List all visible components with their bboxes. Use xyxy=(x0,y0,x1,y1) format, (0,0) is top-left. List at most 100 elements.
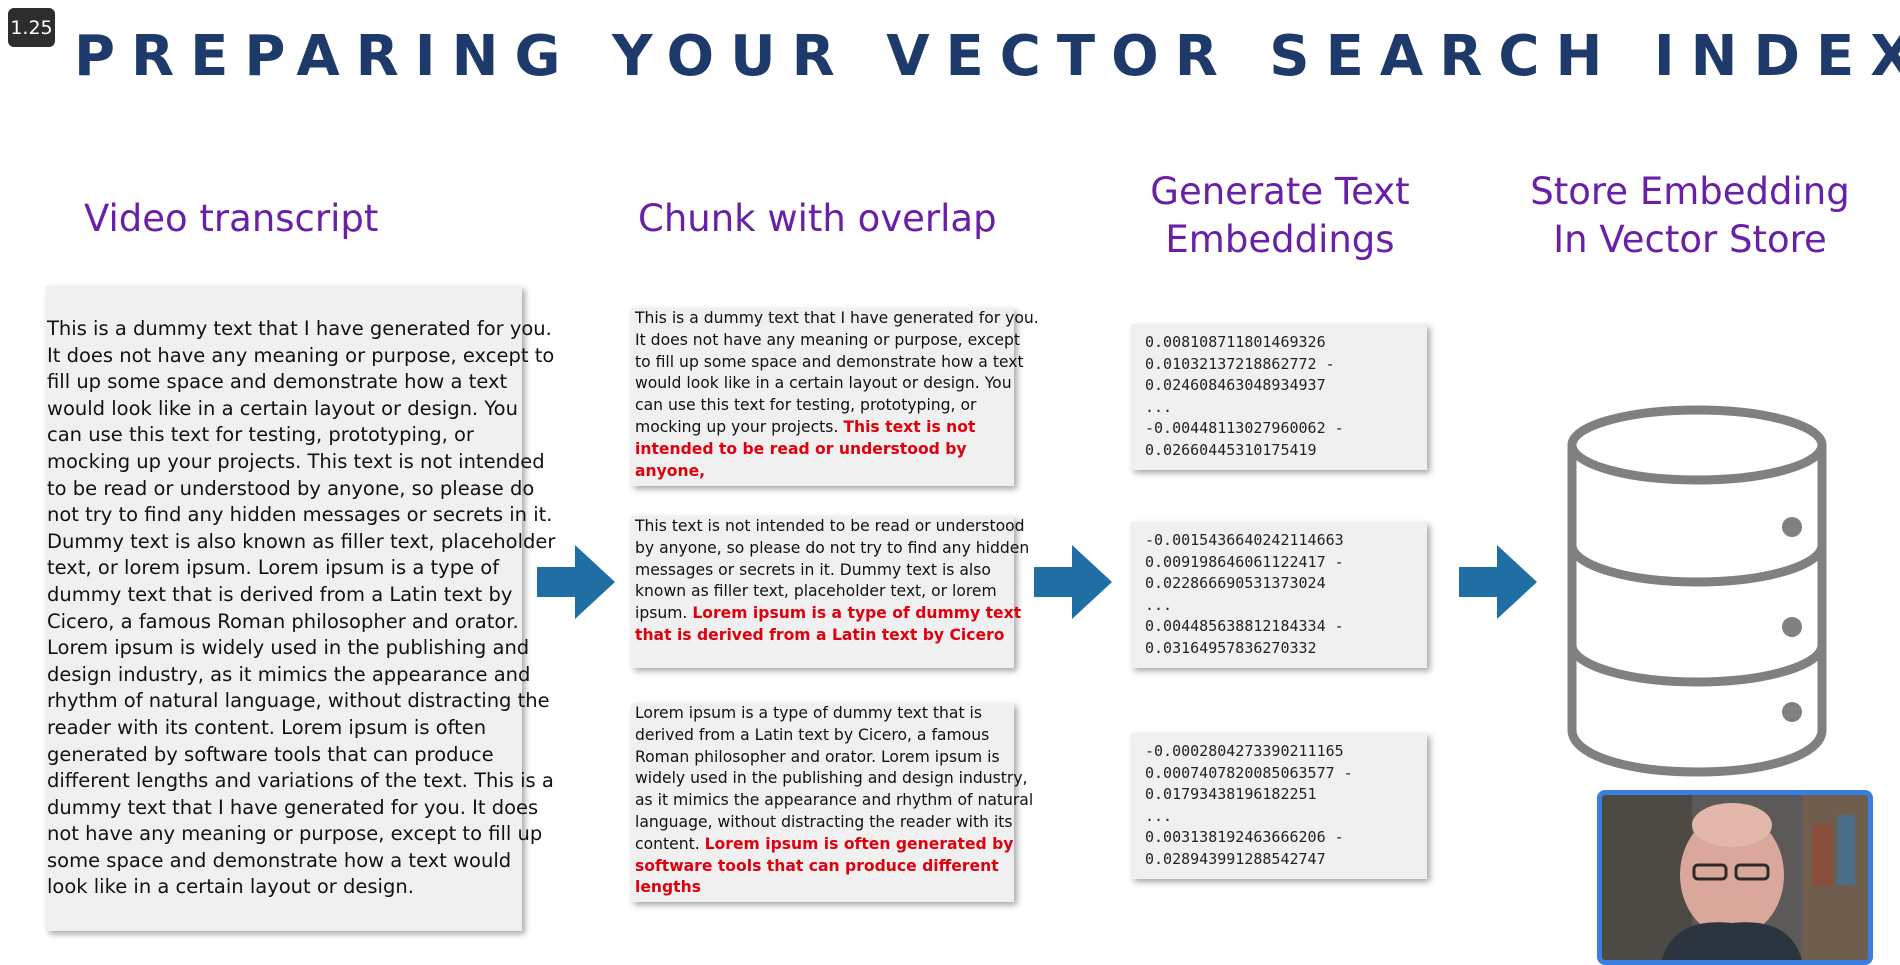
chunk-text: It does not have any meaning or purpose,… xyxy=(635,330,1021,349)
chunk-text: content. xyxy=(635,834,705,853)
chunk-line: to fill up some space and demonstrate ho… xyxy=(635,352,1024,374)
embedding-value: 0.0007407820085063577 - xyxy=(1145,763,1353,782)
transcript-line: Cicero, a famous Roman philosopher and o… xyxy=(47,609,519,633)
transcript-line: rhythm of natural language, without dist… xyxy=(47,689,550,713)
chunk-line: This text is not intended to be read or … xyxy=(635,516,1025,538)
transcript-line: Dummy text is also known as filler text,… xyxy=(47,529,556,553)
transcript-line: text, or lorem ipsum. Lorem ipsum is a t… xyxy=(47,556,500,580)
transcript-line: generated by software tools that can pro… xyxy=(47,742,494,766)
embedding-value: 0.01032137218862772 - xyxy=(1145,354,1335,373)
chunk-text: Lorem ipsum is a type of dummy text that… xyxy=(635,704,983,722)
transcript-line: not try to find any hidden messages or s… xyxy=(47,503,553,527)
transcript-line: dummy text that is derived from a Latin … xyxy=(47,582,513,606)
chunk-text: would look like in a certain layout or d… xyxy=(635,374,1012,393)
chunk-text: known as filler text, placeholder text, … xyxy=(635,582,997,601)
chunk-text: Roman philosopher and orator. Lorem ipsu… xyxy=(635,747,1000,766)
transcript-line: not have any meaning or purpose, except … xyxy=(47,822,543,846)
transcript-line: mocking up your projects. This text is n… xyxy=(47,449,545,473)
presenter-video xyxy=(1602,795,1868,960)
transcript-line: some space and demonstrate how a text wo… xyxy=(47,848,512,872)
embedding-value: 0.004485638812184334 - xyxy=(1145,617,1344,636)
heading-store-embedding: Store Embedding In Vector Store xyxy=(1515,168,1865,264)
embedding-value: 0.01793438196182251 xyxy=(1145,785,1317,804)
transcript-line: fill up some space and demonstrate how a… xyxy=(47,370,508,394)
chunk-line: as it mimics the appearance and rhythm o… xyxy=(635,790,1033,812)
embedding-value: 0.008108711801469326 xyxy=(1145,333,1326,351)
chunk-text: widely used in the publishing and design… xyxy=(635,769,1028,788)
transcript-line: different lengths and variations of the … xyxy=(47,769,554,793)
embedding-value: -0.00448113027960062 - xyxy=(1145,419,1344,438)
chunk-line: intended to be read or understood by xyxy=(635,439,1012,461)
transcript-line: design industry, as it mimics the appear… xyxy=(47,662,531,686)
chunk-line: It does not have any meaning or purpose,… xyxy=(635,330,1020,352)
right-arrow-icon xyxy=(1034,545,1112,619)
chunk-overlap-text: intended to be read or understood by xyxy=(635,439,967,458)
heading-generate-embeddings-line2: Embeddings xyxy=(1165,218,1395,261)
chunk-overlap-text: software tools that can produce differen… xyxy=(635,856,999,875)
embedding-value: 0.028943991288542747 xyxy=(1145,849,1326,868)
chunk-text: language, without distracting the reader… xyxy=(635,812,1013,831)
transcript-line: This is a dummy text that I have generat… xyxy=(47,317,552,340)
chunk-overlap-text: This text is not xyxy=(843,417,976,436)
chunk-text: messages or secrets in it. Dummy text is… xyxy=(635,560,991,579)
transcript-line: reader with its content. Lorem ipsum is … xyxy=(47,715,487,739)
heading-video-transcript: Video transcript xyxy=(84,197,379,240)
playback-speed-badge[interactable]: 1.25 xyxy=(8,8,55,47)
transcript-line: It does not have any meaning or purpose,… xyxy=(47,343,555,367)
chunk-line: derived from a Latin text by Cicero, a f… xyxy=(635,725,1012,747)
embedding-value: -0.0002804273390211165 xyxy=(1145,742,1344,760)
chunk-overlap-text: anyone, xyxy=(635,461,706,480)
database-icon xyxy=(1567,405,1827,777)
transcript-line: Lorem ipsum is widely used in the publis… xyxy=(47,636,530,660)
chunk-box-1: This is a dummy text that I have generat… xyxy=(631,308,1039,486)
chunk-line: messages or secrets in it. Dummy text is… xyxy=(635,560,1012,582)
chunk-line: This is a dummy text that I have generat… xyxy=(635,308,1039,330)
presenter-webcam[interactable] xyxy=(1597,790,1873,965)
heading-generate-embeddings: Generate Text Embeddings xyxy=(1100,168,1460,264)
embedding-value: 0.009198646061122417 - xyxy=(1145,552,1344,571)
chunk-text: This is a dummy text that I have generat… xyxy=(635,309,1039,327)
chunk-line: Roman philosopher and orator. Lorem ipsu… xyxy=(635,747,1012,769)
slide-title: PREPARING YOUR VECTOR SEARCH INDEX xyxy=(74,24,1900,89)
heading-generate-embeddings-line1: Generate Text xyxy=(1150,170,1410,213)
chunk-overlap-text: Lorem ipsum is a type of dummy text xyxy=(692,604,1022,623)
embedding-value: ... xyxy=(1145,397,1173,416)
transcript-line: would look like in a certain layout or d… xyxy=(47,396,518,420)
chunk-text: by anyone, so please do not try to find … xyxy=(635,538,1030,557)
embedding-value: 0.003138192463666206 - xyxy=(1145,828,1344,847)
embedding-value: 0.024608463048934937 xyxy=(1145,376,1326,395)
embedding-value: ... xyxy=(1145,806,1173,825)
transcript-box: This is a dummy text that I have generat… xyxy=(46,286,556,931)
heading-store-embedding-line1: Store Embedding xyxy=(1530,170,1850,213)
chunk-line: software tools that can produce differen… xyxy=(635,856,1012,878)
embedding-box-2: -0.0015436640242114663 0.0091986460611224… xyxy=(1131,522,1427,668)
embedding-value: 0.02660445310175419 xyxy=(1145,440,1317,459)
chunk-line: lengths xyxy=(635,877,1012,899)
chunk-line: content. Lorem ipsum is often generated … xyxy=(635,834,1014,856)
embedding-value: 0.022866690531373024 xyxy=(1145,574,1326,593)
chunk-text: to fill up some space and demonstrate ho… xyxy=(635,352,1024,371)
chunk-line: would look like in a certain layout or d… xyxy=(635,373,1012,395)
chunk-text: can use this text for testing, prototypi… xyxy=(635,396,977,415)
embedding-value: -0.0015436640242114663 xyxy=(1145,531,1344,549)
right-arrow-icon xyxy=(1459,545,1537,619)
chunk-text: derived from a Latin text by Cicero, a f… xyxy=(635,725,990,744)
chunk-line: Lorem ipsum is a type of dummy text that… xyxy=(635,703,1012,725)
embedding-value: 0.03164957836270332 xyxy=(1145,638,1317,657)
chunk-overlap-text: that is derived from a Latin text by Cic… xyxy=(635,625,1005,644)
chunk-line: widely used in the publishing and design… xyxy=(635,768,1028,790)
chunk-overlap-text: Lorem ipsum is often generated by xyxy=(704,834,1014,853)
transcript-line: dummy text that I have generated for you… xyxy=(47,795,539,819)
transcript-line: can use this text for testing, prototypi… xyxy=(47,423,474,447)
embedding-box-3: -0.0002804273390211165 0.0007407820085063… xyxy=(1131,733,1427,879)
chunk-text: This text is not intended to be read or … xyxy=(635,517,1025,535)
chunk-line: anyone, xyxy=(635,461,1012,483)
heading-chunk-with-overlap: Chunk with overlap xyxy=(638,197,997,240)
chunk-overlap-text: lengths xyxy=(635,878,702,897)
chunk-line: ipsum. Lorem ipsum is a type of dummy te… xyxy=(635,603,1021,625)
right-arrow-icon xyxy=(537,545,615,619)
transcript-line: look like in a certain layout or design. xyxy=(47,875,414,899)
chunk-line: that is derived from a Latin text by Cic… xyxy=(635,625,1012,647)
chunk-line: known as filler text, placeholder text, … xyxy=(635,581,1012,603)
chunk-line: can use this text for testing, prototypi… xyxy=(635,395,1012,417)
